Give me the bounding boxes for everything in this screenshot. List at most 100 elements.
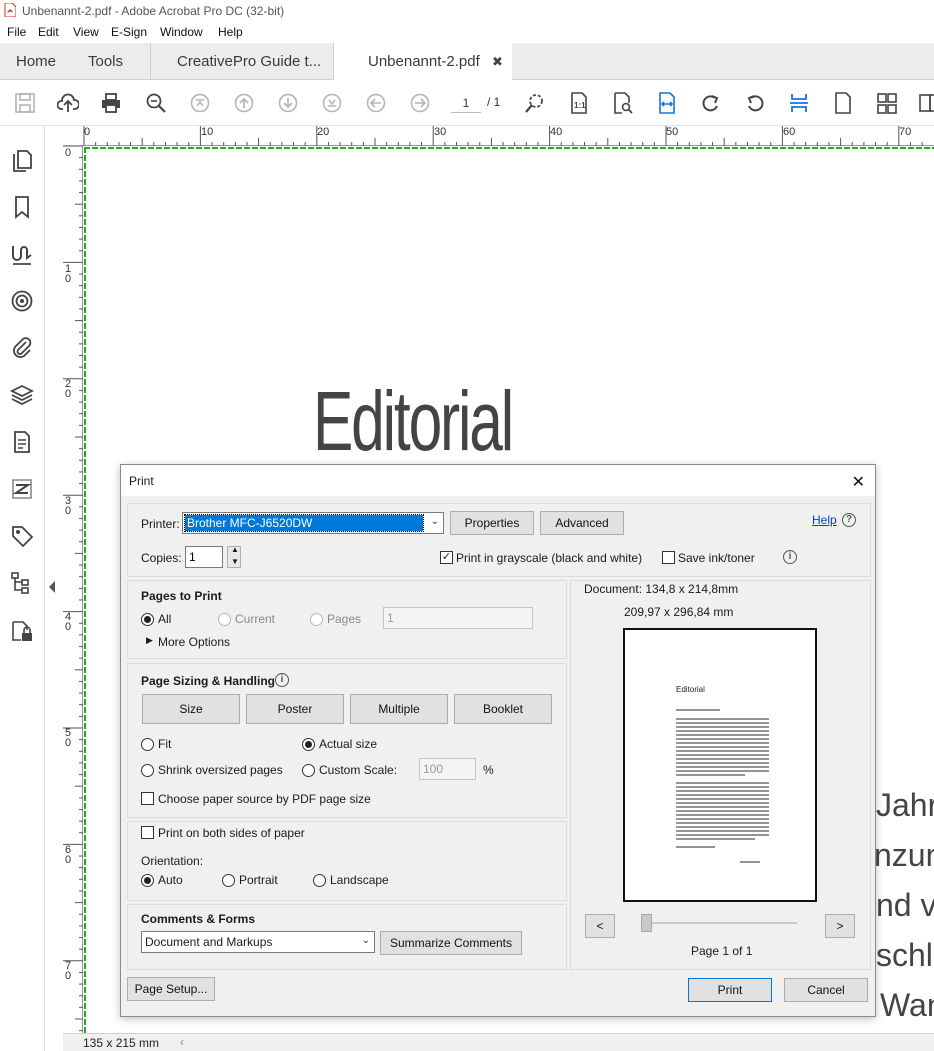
menu-edit[interactable]: Edit bbox=[38, 25, 59, 39]
compare-icon[interactable] bbox=[10, 477, 34, 501]
menu-view[interactable]: View bbox=[73, 25, 99, 39]
pages-current-radio[interactable] bbox=[218, 613, 231, 626]
tab-document-unbenannt[interactable]: Unbenannt-2.pdf ✖ bbox=[334, 43, 512, 81]
fit-width-icon[interactable] bbox=[656, 92, 678, 114]
forward-icon[interactable] bbox=[409, 92, 431, 114]
pages-all-label: All bbox=[158, 612, 172, 626]
help-link[interactable]: Help bbox=[812, 513, 837, 527]
preview-next-button[interactable]: > bbox=[825, 914, 855, 938]
help-question-icon[interactable]: ? bbox=[842, 513, 856, 527]
zoom-search-icon[interactable] bbox=[145, 92, 167, 114]
pages-all-radio[interactable] bbox=[141, 613, 154, 626]
save-icon[interactable] bbox=[14, 92, 36, 114]
pages-range-radio[interactable] bbox=[310, 613, 323, 626]
content-icon[interactable] bbox=[10, 430, 34, 454]
vruler-label-20: 20 bbox=[65, 378, 72, 400]
expand-triangle-icon[interactable]: ▶ bbox=[146, 635, 153, 646]
fit-radio[interactable] bbox=[141, 738, 154, 751]
printer-label: Printer: bbox=[141, 517, 180, 531]
two-page-icon[interactable] bbox=[876, 92, 898, 114]
attachments-icon[interactable] bbox=[10, 336, 34, 360]
dialog-close-icon[interactable]: ✕ bbox=[852, 472, 865, 492]
shrink-radio[interactable] bbox=[141, 764, 154, 777]
menu-help[interactable]: Help bbox=[218, 25, 243, 39]
tab-close-icon[interactable]: ✖ bbox=[492, 43, 503, 80]
security-lock-icon[interactable] bbox=[10, 618, 34, 642]
collapse-panel-icon[interactable] bbox=[48, 580, 56, 594]
stepper-down-icon[interactable]: ▼ bbox=[231, 557, 239, 566]
dialog-title: Print bbox=[129, 474, 154, 488]
menu-file[interactable]: File bbox=[7, 25, 26, 39]
pages-range-input[interactable] bbox=[383, 607, 533, 629]
summarize-comments-button[interactable]: Summarize Comments bbox=[380, 931, 522, 955]
comments-forms-select-value: Document and Markups bbox=[145, 935, 273, 949]
tab-tools[interactable]: Tools bbox=[88, 43, 151, 80]
properties-button[interactable]: Properties bbox=[450, 511, 534, 535]
grayscale-checkbox[interactable]: ✓ bbox=[440, 551, 453, 564]
orientation-landscape-radio[interactable] bbox=[313, 874, 326, 887]
tab-document-creativepro[interactable]: CreativePro Guide t... bbox=[151, 43, 334, 80]
custom-scale-label: Custom Scale: bbox=[319, 763, 398, 777]
back-icon[interactable] bbox=[365, 92, 387, 114]
preview-page-slider[interactable] bbox=[643, 922, 797, 924]
rotate-clockwise-icon[interactable] bbox=[700, 92, 722, 114]
preview-previous-button[interactable]: < bbox=[585, 914, 615, 938]
find-page-icon[interactable] bbox=[612, 92, 634, 114]
copies-input[interactable] bbox=[185, 546, 223, 568]
document-text-line: Wan bbox=[880, 987, 934, 1023]
rotate-counterclockwise-icon[interactable] bbox=[744, 92, 766, 114]
multiple-button[interactable]: Multiple bbox=[350, 694, 448, 724]
layers-icon[interactable] bbox=[9, 383, 35, 407]
first-page-icon[interactable] bbox=[189, 92, 211, 114]
page-number-input[interactable] bbox=[451, 93, 481, 113]
save-ink-checkbox[interactable] bbox=[662, 551, 675, 564]
custom-scale-radio[interactable] bbox=[302, 764, 315, 777]
more-options-toggle[interactable]: More Options bbox=[158, 635, 230, 649]
previous-page-icon[interactable] bbox=[233, 92, 255, 114]
more-tools-icon[interactable] bbox=[918, 92, 934, 114]
last-page-icon[interactable] bbox=[321, 92, 343, 114]
single-page-icon[interactable] bbox=[832, 92, 854, 114]
layers-target-icon[interactable] bbox=[10, 289, 34, 313]
bookmark-icon[interactable] bbox=[10, 195, 34, 219]
actual-size-radio[interactable] bbox=[302, 738, 315, 751]
chevron-down-icon: ⌄ bbox=[430, 516, 439, 527]
cancel-button[interactable]: Cancel bbox=[784, 978, 868, 1002]
next-page-icon[interactable] bbox=[277, 92, 299, 114]
orientation-auto-radio[interactable] bbox=[141, 874, 154, 887]
poster-button[interactable]: Poster bbox=[246, 694, 344, 724]
printer-select[interactable]: Brother MFC-J6520DW ⌄ bbox=[182, 512, 444, 534]
booklet-button[interactable]: Booklet bbox=[454, 694, 552, 724]
paper-source-checkbox[interactable] bbox=[141, 792, 154, 805]
print-button[interactable]: Print bbox=[688, 978, 772, 1002]
both-sides-label: Print on both sides of paper bbox=[158, 826, 305, 840]
scrolling-mode-icon[interactable] bbox=[788, 92, 810, 114]
page-setup-button[interactable]: Page Setup... bbox=[127, 977, 215, 1001]
preview-slider-thumb[interactable] bbox=[641, 914, 652, 932]
sizing-info-icon[interactable]: i bbox=[275, 673, 289, 687]
orientation-portrait-radio[interactable] bbox=[222, 874, 235, 887]
print-icon[interactable] bbox=[100, 92, 122, 114]
tag-icon[interactable] bbox=[10, 524, 34, 548]
menu-esign[interactable]: E-Sign bbox=[111, 25, 147, 39]
comments-forms-select[interactable]: Document and Markups ⌄ bbox=[141, 931, 375, 953]
advanced-button[interactable]: Advanced bbox=[540, 511, 624, 535]
marquee-zoom-icon[interactable] bbox=[524, 92, 546, 114]
upload-cloud-icon[interactable] bbox=[56, 92, 80, 114]
both-sides-checkbox[interactable] bbox=[141, 826, 154, 839]
stepper-up-icon[interactable]: ▲ bbox=[231, 545, 239, 554]
custom-scale-input[interactable] bbox=[419, 758, 476, 780]
menu-window[interactable]: Window bbox=[160, 25, 203, 39]
info-icon[interactable]: i bbox=[783, 550, 797, 564]
tab-home[interactable]: Home bbox=[16, 43, 56, 80]
size-button[interactable]: Size bbox=[142, 694, 240, 724]
signature-icon[interactable] bbox=[10, 242, 34, 266]
paper-source-label: Choose paper source by PDF page size bbox=[158, 792, 371, 806]
duplex-orientation-panel: Print on both sides of paper Orientation… bbox=[127, 821, 567, 901]
page-thumbnails-icon[interactable] bbox=[10, 148, 34, 172]
order-panel-icon[interactable] bbox=[10, 571, 34, 595]
actual-size-icon[interactable]: 1:1 bbox=[568, 92, 590, 114]
comments-forms-panel: Comments & Forms Document and Markups ⌄ … bbox=[127, 904, 567, 970]
copies-stepper[interactable]: ▲ ▼ bbox=[227, 545, 241, 568]
scroll-left-arrow-icon[interactable]: ‹ bbox=[180, 1035, 184, 1049]
